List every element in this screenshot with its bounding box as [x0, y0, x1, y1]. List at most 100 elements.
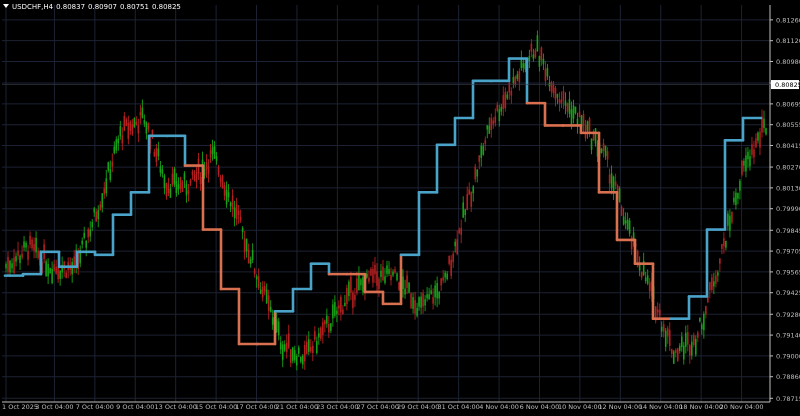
candle-body [87, 229, 90, 238]
candle-body [368, 277, 370, 282]
candle-body [318, 333, 320, 338]
candle-body [420, 296, 422, 308]
candle-body [352, 292, 354, 308]
candle-body [532, 54, 535, 59]
candle-body [406, 275, 408, 288]
candle-body [155, 148, 158, 163]
candle-body [336, 310, 338, 314]
candle-body [688, 345, 691, 356]
candle-body [470, 191, 473, 207]
candle-body [745, 155, 747, 172]
candle-body [97, 210, 100, 220]
candle-body [93, 208, 96, 213]
candle-body [408, 282, 410, 293]
candle-body [498, 109, 501, 122]
candle-body [416, 307, 418, 316]
candle-body [466, 194, 469, 211]
candle-body [564, 100, 567, 106]
candle-body [233, 207, 236, 219]
candle-body [57, 267, 59, 280]
candle-body [271, 317, 274, 325]
y-tick-label: 0.80555 [776, 121, 800, 129]
candle-body [454, 241, 456, 247]
candle-body [428, 294, 430, 300]
candle-body [301, 355, 304, 365]
candle-body [299, 356, 302, 362]
candle-body [386, 265, 388, 274]
dropdown-triangle-icon[interactable] [3, 4, 9, 8]
candle-body [251, 250, 254, 260]
open-price: 0.80837 [56, 3, 86, 11]
candle-body [638, 264, 641, 271]
chart-canvas[interactable]: 1 Oct 20253 Oct 04:00 7 Oct 04:00 9 Oct 04… [0, 0, 800, 412]
symbol-label: USDCHF,H4 [12, 3, 54, 11]
price-chart[interactable]: 1 Oct 2025 3 Oct 04:00 7 Oct 04:00 9 Oct 04… [0, 0, 800, 412]
candle-body [380, 270, 382, 277]
candle-body [664, 330, 667, 347]
candle-body [37, 250, 39, 258]
candle-body [157, 148, 160, 157]
candle-body [193, 174, 196, 181]
candle-body [139, 112, 142, 116]
candle-body [392, 271, 394, 276]
candle-body [215, 156, 218, 161]
y-tick-label: 0.81120 [776, 37, 800, 45]
candle-body [496, 104, 499, 111]
candle-body [217, 167, 220, 175]
candle-body [488, 125, 491, 134]
x-tick-label: 18 Nov 04:00 [679, 403, 723, 411]
candle-body [95, 211, 98, 222]
close-price: 0.80825 [151, 3, 181, 11]
candle-body [225, 189, 228, 205]
candle-body [668, 330, 671, 346]
candle-body [705, 305, 707, 315]
candle-body [699, 317, 701, 322]
candle-body [211, 147, 214, 154]
candle-body [516, 74, 519, 79]
candle-body [330, 323, 332, 331]
candle-body [121, 135, 124, 144]
candle-body [223, 184, 226, 196]
candle-body [440, 278, 442, 286]
candle-body [719, 258, 721, 264]
candle-body [263, 285, 266, 292]
candle-body [372, 268, 374, 283]
candle-body [382, 266, 384, 281]
candle-body [572, 105, 575, 119]
candle-body [173, 168, 176, 185]
candle-body [540, 47, 543, 61]
y-tick-label: 0.78860 [776, 373, 800, 381]
candle-body [672, 351, 675, 364]
candle-body [678, 345, 681, 351]
candle-body [404, 288, 406, 295]
x-tick-label: 27 Oct 04:00 [357, 403, 399, 411]
candle-body [727, 213, 729, 226]
candle-body [183, 173, 186, 180]
candle-body [55, 266, 57, 274]
candle-body [765, 128, 767, 135]
candle-body [25, 242, 27, 248]
candle-body [394, 269, 396, 273]
y-tick-label: 0.79990 [776, 205, 800, 213]
candle-body [47, 264, 49, 277]
candle-body [71, 262, 73, 275]
candle-body [680, 336, 683, 347]
candle-body [179, 177, 182, 190]
candle-body [219, 177, 222, 183]
candle-body [422, 293, 424, 307]
candle-body [620, 206, 623, 216]
candle-body [177, 184, 180, 190]
candle-body [510, 91, 513, 96]
candle-body [749, 156, 751, 167]
candle-body [350, 276, 352, 293]
candle-body [281, 344, 284, 360]
candle-body [546, 67, 549, 77]
y-tick-label: 0.79425 [776, 289, 800, 297]
candle-body [358, 274, 360, 291]
candle-body [743, 160, 745, 166]
candle-body [167, 184, 170, 194]
candle-body [269, 306, 272, 313]
candle-body [432, 297, 434, 304]
candle-body [562, 90, 565, 101]
y-tick-label: 0.80695 [776, 100, 800, 108]
